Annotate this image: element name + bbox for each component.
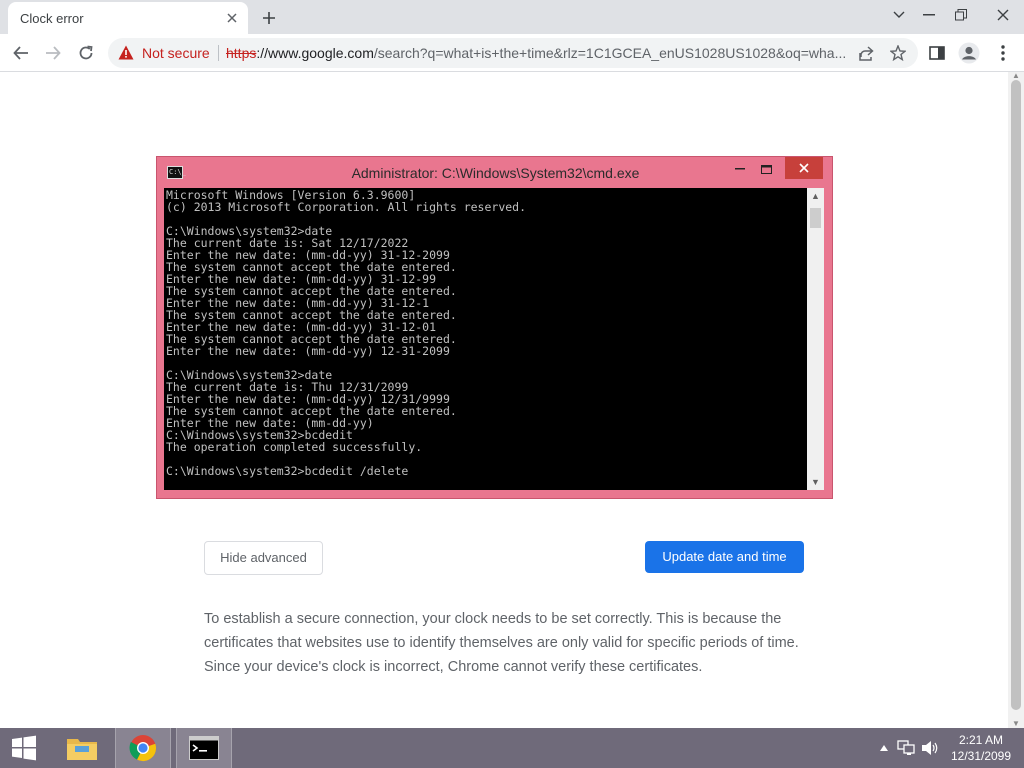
volume-icon[interactable] <box>920 738 940 758</box>
browser-toolbar: Not secure https://www.google.com/search… <box>0 34 1024 72</box>
cmd-scroll-up-icon: ▲ <box>811 191 820 201</box>
side-panel-icon[interactable] <box>924 40 950 66</box>
reload-icon[interactable] <box>73 40 99 66</box>
clock-time: 2:21 AM <box>958 733 1004 747</box>
star-icon[interactable] <box>888 43 908 63</box>
scroll-down-icon[interactable]: ▼ <box>1011 720 1021 728</box>
file-explorer-icon[interactable] <box>54 728 110 768</box>
restore-icon[interactable] <box>948 4 974 26</box>
tray-expand-icon[interactable] <box>874 738 894 758</box>
explanation-text: To establish a secure connection, your c… <box>204 611 799 675</box>
url-path: /search?q=what+is+the+time&rlz=1C1GCEA_e… <box>373 45 846 61</box>
chevron-down-icon[interactable] <box>886 4 912 26</box>
kebab-menu-icon[interactable] <box>990 40 1016 66</box>
clock-date: 12/31/2099 <box>950 749 1012 763</box>
scroll-thumb[interactable] <box>1011 80 1021 710</box>
cmd-maximize-icon <box>753 159 779 179</box>
url-scheme: https <box>226 45 257 61</box>
url-host: ://www.google.com <box>256 45 374 61</box>
warning-icon[interactable] <box>118 45 134 65</box>
windows-start-icon[interactable] <box>0 728 48 768</box>
windows-taskbar: 2:21 AM 12/31/2099 <box>0 728 1024 768</box>
close-icon[interactable] <box>222 8 242 28</box>
console-output: Microsoft Windows [Version 6.3.9600] (c) … <box>166 189 526 477</box>
scroll-up-icon[interactable]: ▲ <box>1011 72 1021 80</box>
tab-title: Clock error <box>20 11 84 26</box>
update-date-time-button[interactable]: Update date and time <box>645 541 804 573</box>
console-line: C:\Windows\system32>bcdedit /delete <box>166 464 409 478</box>
cmd-console: Microsoft Windows [Version 6.3.9600] (c) … <box>164 188 814 490</box>
plus-icon[interactable] <box>258 7 280 29</box>
tab-strip: Clock error <box>0 0 1024 34</box>
hide-advanced-button[interactable]: Hide advanced <box>204 541 323 575</box>
address-bar[interactable]: Not secure https://www.google.com/search… <box>108 38 918 68</box>
cmd-window-image: C:\_ Administrator: C:\Windows\System32\… <box>156 156 833 499</box>
url-text[interactable]: https://www.google.com/search?q=what+is+… <box>226 45 846 61</box>
profile-icon[interactable] <box>956 40 982 66</box>
taskbar-clock[interactable]: 2:21 AM 12/31/2099 <box>946 732 1016 764</box>
page-scrollbar[interactable]: ▲ ▼ <box>1008 72 1024 728</box>
console-line: Enter the new date: (mm-dd-yy) 12-31-209… <box>166 344 450 358</box>
window-close-icon[interactable] <box>986 4 1020 26</box>
address-separator <box>218 45 219 61</box>
cmd-taskbar-icon[interactable] <box>176 728 232 768</box>
tab-clock-error[interactable]: Clock error <box>8 2 248 34</box>
cmd-minimize-icon <box>727 159 753 179</box>
back-arrow-icon[interactable] <box>8 40 34 66</box>
chrome-icon[interactable] <box>115 728 171 768</box>
console-line: (c) 2013 Microsoft Corporation. All righ… <box>166 200 527 214</box>
cmd-close-icon <box>785 157 823 179</box>
cmd-scroll-down-icon: ▼ <box>811 477 820 487</box>
cmd-scroll-thumb <box>810 208 821 228</box>
network-icon[interactable] <box>896 738 916 758</box>
minimize-icon[interactable] <box>916 4 942 26</box>
forward-arrow-icon[interactable] <box>40 40 66 66</box>
share-icon[interactable] <box>856 43 876 63</box>
cmd-scrollbar: ▲ ▼ <box>807 188 824 490</box>
console-line: The operation completed successfully. <box>166 440 423 454</box>
not-secure-label[interactable]: Not secure <box>142 45 210 61</box>
